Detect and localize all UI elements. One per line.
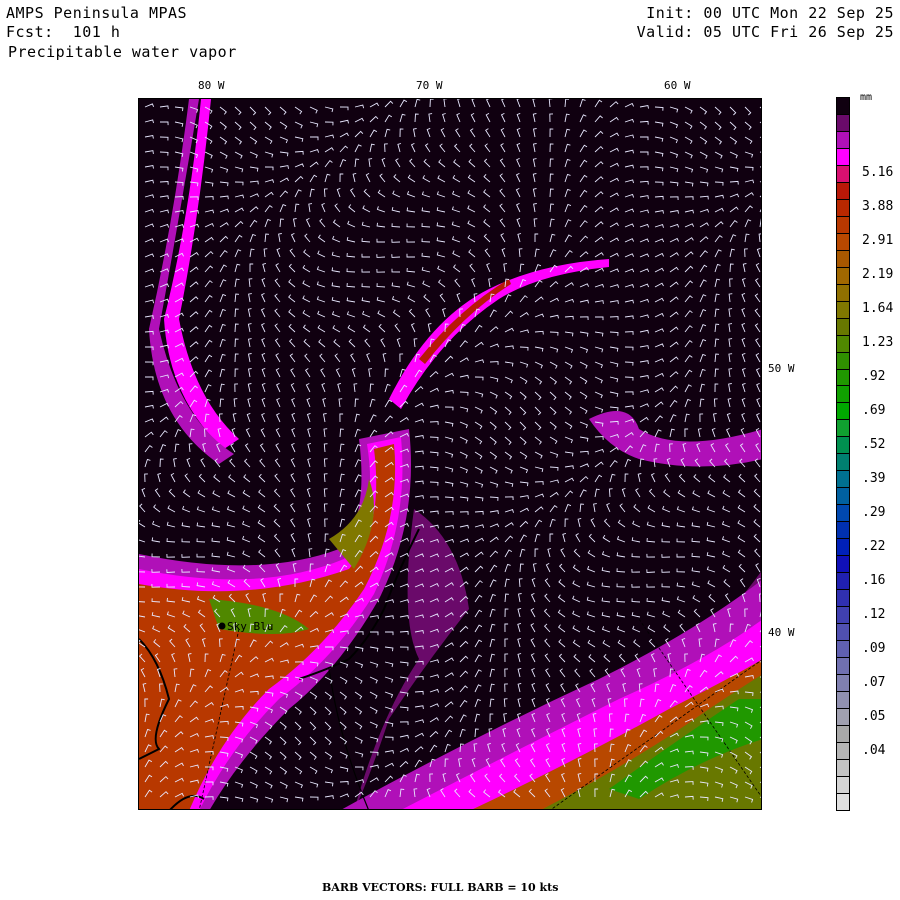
colorbar-swatch [836,165,850,183]
colorbar-swatch [836,793,850,811]
colorbar-swatch [836,674,850,692]
colorbar-label: .07 [862,674,886,690]
colorbar-label: .52 [862,437,886,452]
colorbar-swatch [836,131,850,149]
colorbar-swatch [836,759,850,777]
colorbar-swatch [836,250,850,268]
colorbar-swatch [836,590,850,608]
colorbar-label: 2.91 [862,233,894,249]
colorbar-swatch [836,437,850,455]
colorbar-swatch [836,267,850,285]
lon-label-50w: 50 W [768,362,795,375]
colorbar-swatch [836,607,850,625]
colorbar-label: 1.23 [862,335,894,351]
colorbar-label: 3.88 [862,199,894,215]
colorbar-swatch [836,505,850,523]
colorbar-label: .16 [862,572,886,588]
colorbar-swatch [836,657,850,675]
colorbar-label: .92 [862,369,886,385]
colorbar-swatch [836,776,850,794]
field-name: Precipitable water vapor [8,43,237,61]
colorbar-swatch [836,708,850,726]
colorbar-label: .69 [862,403,886,419]
colorbar-swatch [836,352,850,370]
colorbar-unit: mm [860,92,873,103]
lon-label-70w: 70 W [416,79,443,92]
forecast-hour: Fcst: 101 h [6,23,121,41]
colorbar-swatch [836,742,850,760]
colorbar-swatch [836,691,850,709]
station-marker [218,622,226,630]
colorbar-swatch [836,556,850,574]
colorbar-swatch [836,420,850,438]
colorbar-label: .29 [862,504,886,520]
colorbar [836,97,850,811]
colorbar-swatch [836,573,850,591]
colorbar-swatch [836,199,850,217]
colorbar-label: .22 [862,538,886,554]
colorbar-swatch [836,641,850,658]
colorbar-swatch [836,522,850,540]
barb-legend: BARB VECTORS: FULL BARB = 10 kts [322,881,559,894]
init-time: Init: 00 UTC Mon 22 Sep 25 [646,4,894,22]
lon-label-40w: 40 W [768,626,795,639]
colorbar-label: 2.19 [862,267,894,283]
lon-label-60w: 60 W [664,79,691,92]
colorbar-swatch [836,301,850,319]
lon-label-80w: 80 W [198,79,225,92]
colorbar-swatch [836,114,850,132]
model-title: AMPS Peninsula MPAS [6,4,188,22]
colorbar-swatch [836,284,850,302]
colorbar-swatch [836,318,850,336]
colorbar-swatch [836,539,850,557]
colorbar-label: 5.16 [862,165,894,181]
valid-time: Valid: 05 UTC Fri 26 Sep 25 [636,23,894,41]
colorbar-swatch [836,624,850,641]
colorbar-swatch [836,471,850,489]
colorbar-swatch [836,488,850,506]
colorbar-swatch [836,454,850,472]
colorbar-label: .04 [862,742,886,758]
colorbar-swatch [836,369,850,387]
colorbar-swatch [836,335,850,353]
colorbar-label: 1.64 [862,301,894,317]
colorbar-swatch [836,386,850,404]
colorbar-swatch [836,216,850,234]
colorbar-swatch [836,233,850,251]
colorbar-swatch [836,148,850,166]
colorbar-swatch [836,98,850,115]
colorbar-label: .12 [862,606,886,622]
colorbar-label: .05 [862,708,886,724]
colorbar-label: .39 [862,470,886,486]
station-label: Sky Blu [227,620,273,633]
precip-water-field: Sky Blu [139,99,761,809]
colorbar-swatch [836,182,850,200]
colorbar-label: .09 [862,640,886,656]
colorbar-swatch [836,403,850,421]
colorbar-swatch [836,725,850,743]
map-panel: Sky Blu [138,98,762,810]
